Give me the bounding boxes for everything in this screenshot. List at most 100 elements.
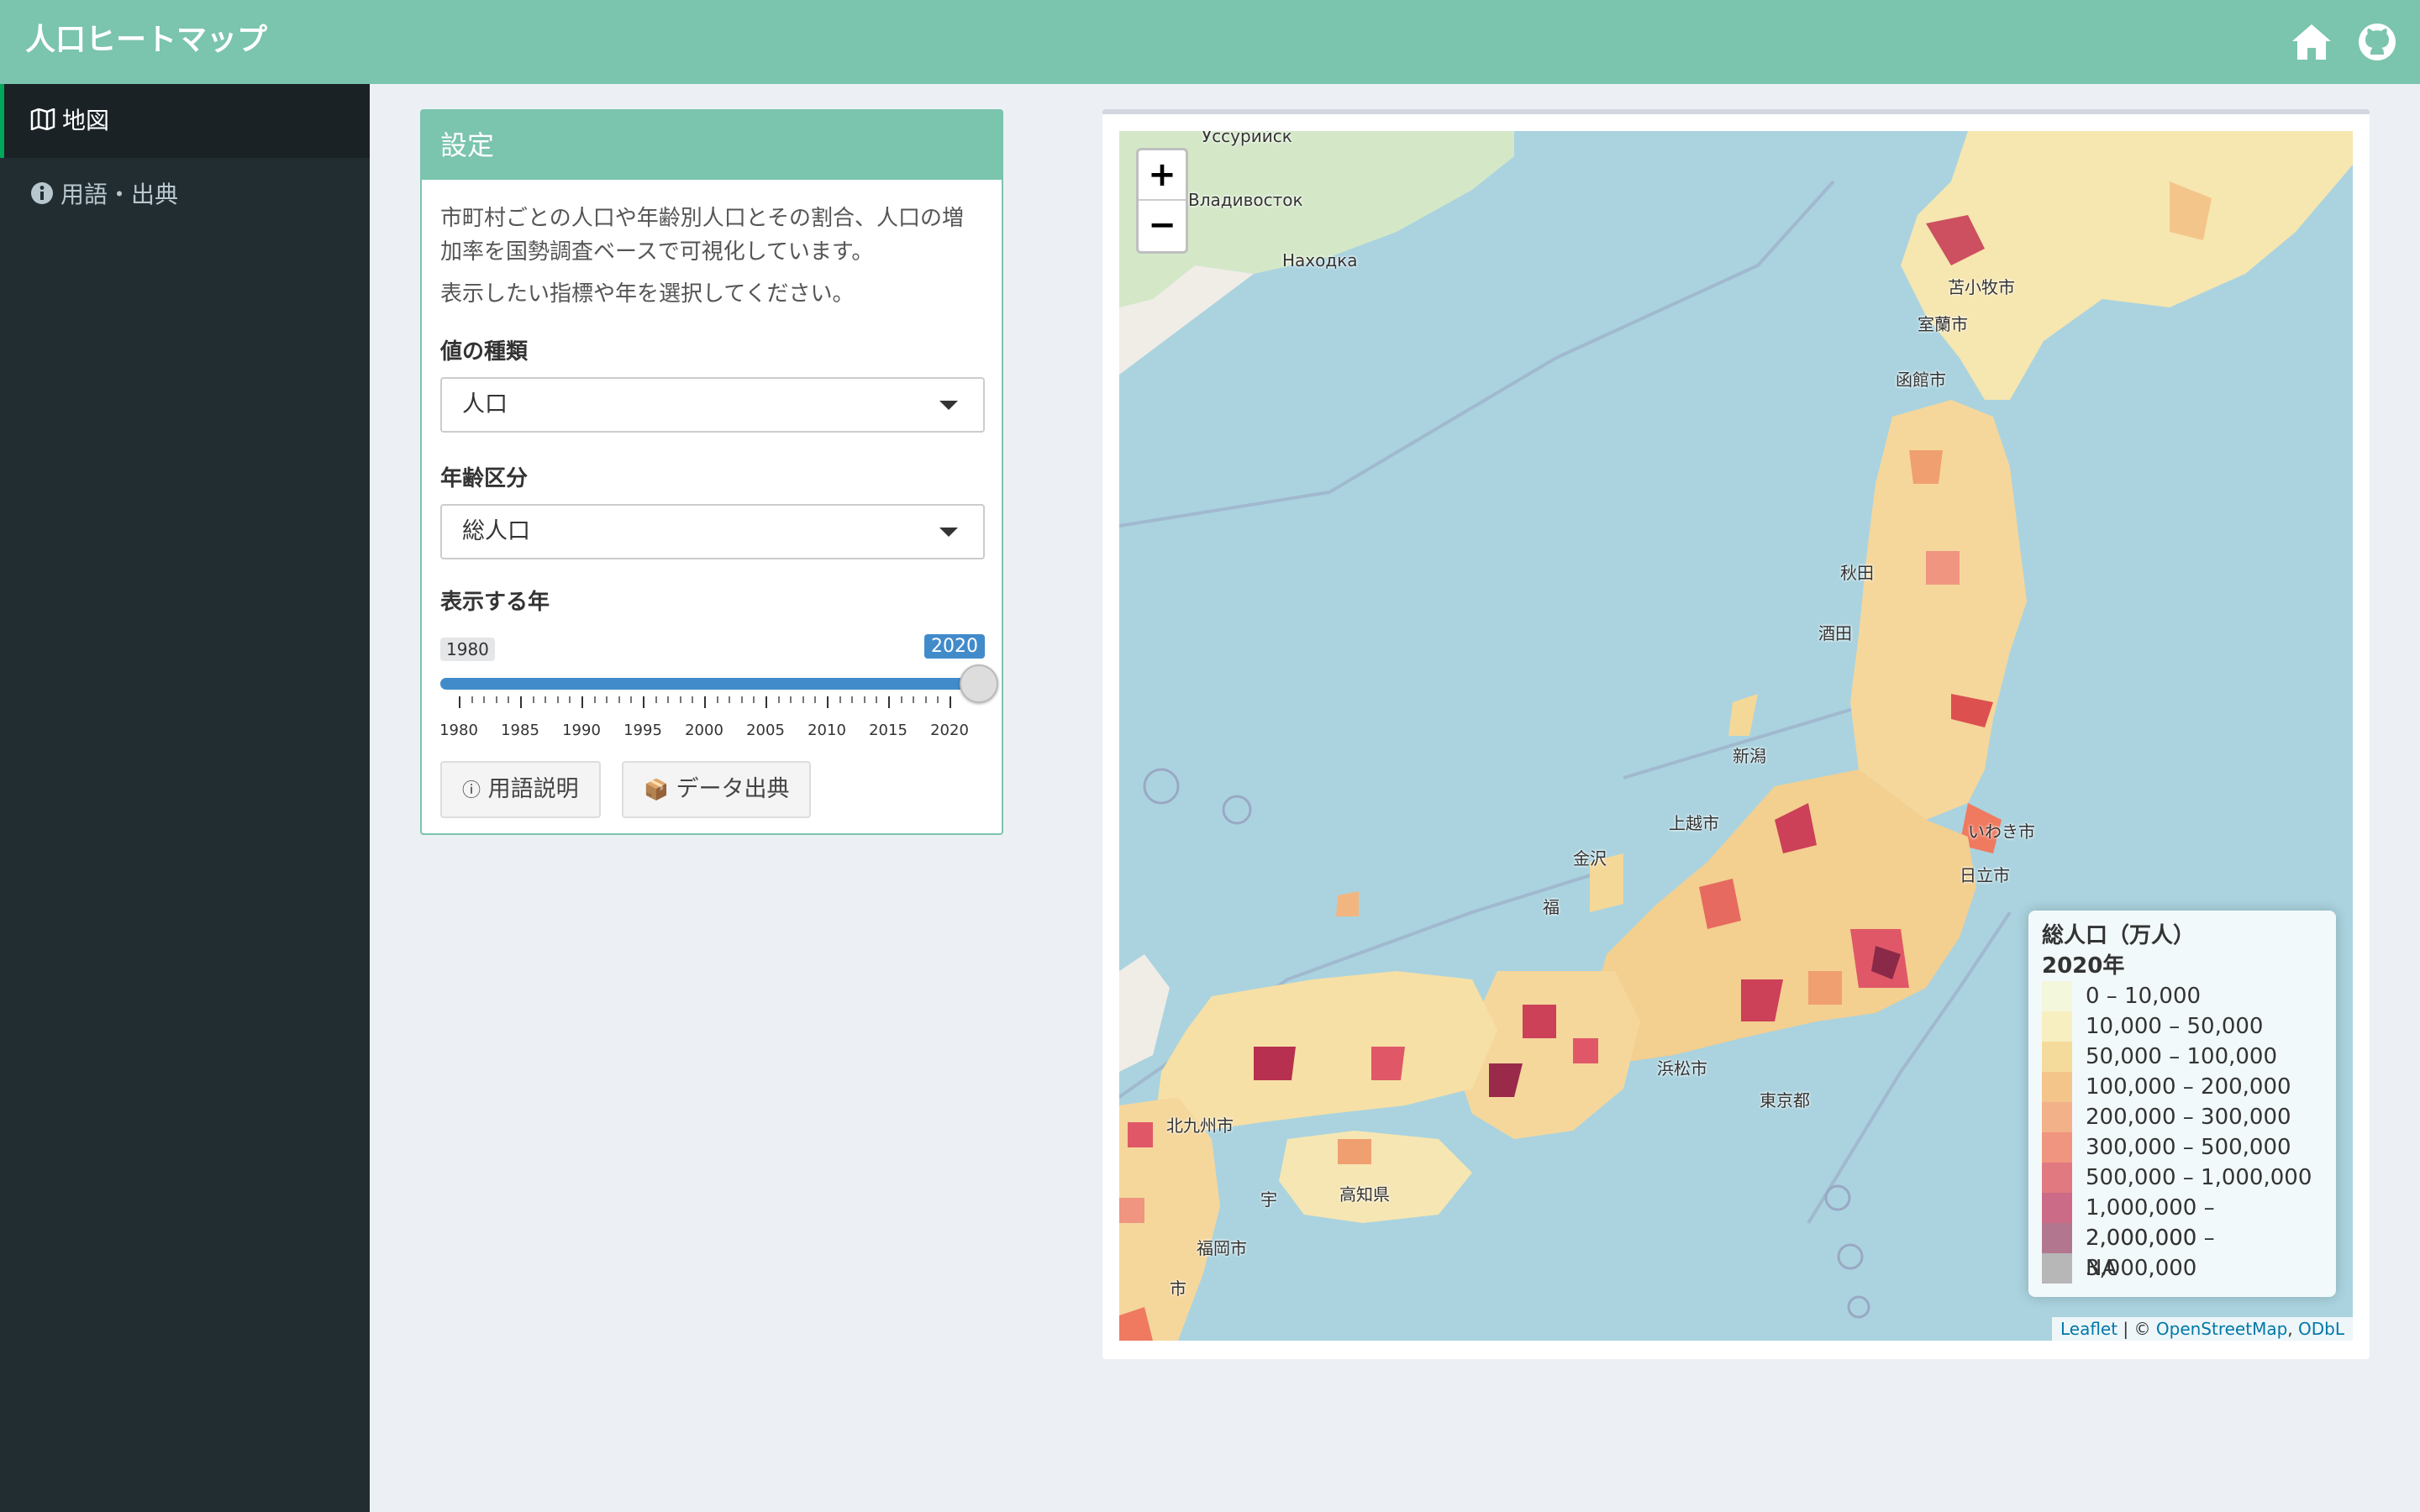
top-header: 人口ヒートマップ (0, 0, 2420, 84)
map-label: 高知県 (1339, 1184, 1390, 1205)
slider-track[interactable] (440, 678, 968, 690)
legend-swatch (2042, 1253, 2072, 1284)
source-button-label: データ出典 (676, 776, 790, 802)
legend-swatch (2042, 1223, 2072, 1253)
age-group-label: 年齢区分 (440, 466, 529, 491)
slider-tick-label: 2000 (685, 722, 723, 739)
age-group-select[interactable]: 総人口 (440, 504, 985, 559)
zoom-in-button[interactable]: + (1139, 150, 1186, 201)
legend-swatch (2042, 1132, 2072, 1163)
legend-item: NA (2042, 1253, 2323, 1284)
slider-minor-tick (753, 696, 755, 703)
year-slider[interactable]: 1980 2020 1980 1985 1990 1995 2000 2005 2010 20… (439, 622, 998, 740)
github-icon[interactable] (2356, 21, 2398, 63)
legend-swatch (2042, 1163, 2072, 1193)
map-label: 苫小牧市 (1948, 277, 2015, 297)
slider-tick-label: 1995 (623, 722, 662, 739)
slider-minor-tick (593, 696, 596, 703)
legend-item: 500,000 – 1,000,000 (2042, 1163, 2323, 1193)
legend-item: 50,000 – 100,000 (2042, 1042, 2323, 1072)
map-box: Уссурийск Владивосток Находка 苫小牧市 室蘭市 函… (1102, 109, 2370, 1359)
slider-minor-tick (851, 696, 854, 703)
map-label: 金沢 (1573, 848, 1607, 869)
slider-major-tick (643, 696, 644, 708)
slider-ticks: 1980 1985 1990 1995 2000 2005 2010 2015 2020 (439, 696, 978, 739)
slider-major-tick (459, 696, 460, 708)
legend-swatch (2042, 1072, 2072, 1102)
map-label: いわき市 (1968, 822, 2035, 842)
slider-minor-tick (667, 696, 670, 703)
map-label: Уссурийск (1202, 131, 1292, 146)
slider-minor-tick (692, 696, 694, 703)
value-type-select[interactable]: 人口 (440, 377, 985, 433)
map-label: 市 (1170, 1278, 1186, 1299)
legend-item: 300,000 – 500,000 (2042, 1132, 2323, 1163)
map-label: Находка (1282, 250, 1358, 270)
slider-minor-tick (630, 696, 633, 703)
map-legend: 総人口（万人） 2020年 0 – 10,000 10,000 – 50,000 5… (2028, 911, 2336, 1297)
settings-description: 市町村ごとの人口や年齢別人口とその割合、人口の増加率を国勢調査ベースで可視化して… (440, 206, 964, 265)
slider-minor-tick (876, 696, 878, 703)
slider-minor-tick (814, 696, 817, 703)
map-label: 新潟 (1733, 746, 1766, 766)
slider-minor-tick (544, 696, 547, 703)
map-label: 北九州市 (1166, 1116, 1234, 1136)
zoom-out-button[interactable]: − (1139, 201, 1186, 251)
legend-item-label: 10,000 – 50,000 (2086, 1014, 2264, 1039)
leaflet-link[interactable]: Leaflet (2060, 1319, 2118, 1339)
slider-major-tick (704, 696, 706, 708)
slider-minor-tick (729, 696, 731, 703)
slider-major-tick (765, 696, 767, 708)
settings-title: 設定 (422, 111, 1002, 180)
slider-min-label: 1980 (440, 638, 495, 661)
map-label: Владивосток (1188, 190, 1303, 210)
slider-minor-tick (483, 696, 486, 703)
legend-item: 1,000,000 – 2,000,000 (2042, 1193, 2323, 1251)
sidebar-item-map[interactable]: 地図 (0, 84, 370, 158)
slider-minor-tick (716, 696, 718, 703)
zoom-control: + − (1136, 148, 1188, 254)
slider-tick-label: 1980 (439, 722, 478, 739)
slider-tick-label: 2015 (869, 722, 908, 739)
map-label: 東京都 (1760, 1090, 1810, 1110)
slider-minor-tick (495, 696, 497, 703)
osm-link[interactable]: OpenStreetMap (2156, 1319, 2287, 1339)
legend-item-label: 50,000 – 100,000 (2086, 1044, 2278, 1069)
slider-major-tick (827, 696, 829, 708)
slider-minor-tick (839, 696, 841, 703)
legend-title: 総人口（万人） (2042, 923, 2196, 948)
age-group-selected: 総人口 (462, 518, 530, 544)
legend-item: 200,000 – 300,000 (2042, 1102, 2323, 1132)
slider-minor-tick (569, 696, 571, 703)
slider-tick-label: 1985 (501, 722, 539, 739)
glossary-button-label: 用語説明 (487, 776, 579, 802)
map-label: 福 (1543, 897, 1560, 917)
legend-item-label: 200,000 – 300,000 (2086, 1105, 2291, 1130)
map-label: 秋田 (1840, 563, 1874, 583)
caret-down-icon (939, 528, 958, 537)
app-title[interactable]: 人口ヒートマップ (25, 0, 267, 84)
slider-minor-tick (900, 696, 902, 703)
package-icon: 📦 (644, 778, 669, 801)
settings-instruction: 表示したい指標や年を選択してください。 (440, 281, 855, 307)
legend-swatch (2042, 981, 2072, 1011)
slider-minor-tick (606, 696, 608, 703)
legend-items: 0 – 10,000 10,000 – 50,000 50,000 – 100,00… (2042, 981, 2323, 1284)
info-circle-icon (31, 182, 53, 204)
legend-swatch (2042, 1193, 2072, 1223)
legend-item-label: 500,000 – 1,000,000 (2086, 1165, 2312, 1190)
legend-swatch (2042, 1102, 2072, 1132)
odbl-link[interactable]: ODbL (2298, 1319, 2344, 1339)
home-icon[interactable] (2291, 21, 2333, 63)
slider-minor-tick (790, 696, 792, 703)
map-view[interactable]: Уссурийск Владивосток Находка 苫小牧市 室蘭市 函… (1119, 131, 2353, 1341)
sidebar-item-glossary[interactable]: 用語・出典 (0, 158, 370, 232)
source-button[interactable]: 📦 データ出典 (622, 761, 812, 818)
map-label: 上越市 (1669, 813, 1719, 833)
slider-minor-tick (777, 696, 780, 703)
map-label: 宇 (1260, 1189, 1277, 1210)
map-label: 函館市 (1896, 370, 1946, 390)
year-label: 表示する年 (440, 590, 550, 615)
glossary-button[interactable]: ⓘ 用語説明 (440, 761, 601, 818)
slider-minor-tick (471, 696, 473, 703)
